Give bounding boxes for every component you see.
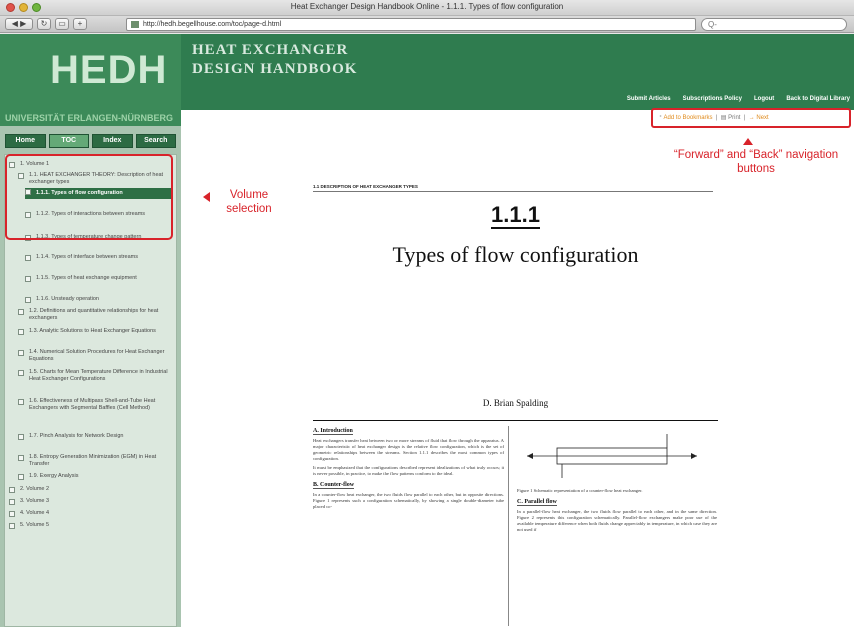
volume-selection-highlight	[5, 154, 173, 240]
browser-window: Heat Exchanger Design Handbook Online - …	[0, 0, 854, 627]
toc-item[interactable]: 1.6. Effectiveness of Multipass Shell-an…	[18, 398, 174, 412]
navigation-buttons-highlight	[651, 108, 851, 128]
expand-icon[interactable]	[18, 329, 24, 335]
toc-item[interactable]: 1.1.5. Types of heat exchange equipment	[25, 275, 171, 282]
counterflow-heading: B. Counter-flow	[313, 482, 355, 489]
intro-paragraph-1: Heat exchangers transfer heat between tw…	[313, 438, 504, 461]
reload-button[interactable]: ↻	[37, 18, 51, 30]
toc-item[interactable]: 1.3. Analytic Solutions to Heat Exchange…	[18, 328, 174, 335]
bookmarks-icon[interactable]: ▭	[55, 18, 69, 30]
section-header: 1.1 DESCRIPTION OF HEAT EXCHANGER TYPES	[313, 184, 713, 192]
site-title-line2: DESIGN HANDBOOK	[192, 61, 358, 77]
logo-area: HEDH	[0, 34, 181, 110]
section-title: Types of flow configuration	[392, 242, 639, 267]
expand-icon[interactable]	[18, 309, 24, 315]
page-icon	[25, 297, 31, 303]
header-nav: Submit Articles Subscriptions Policy Log…	[627, 96, 850, 102]
nav-subscriptions-policy[interactable]: Subscriptions Policy	[683, 96, 742, 102]
toc-item[interactable]: 1.1.6. Unsteady operation	[25, 296, 171, 303]
intro-heading: A. Introduction	[313, 428, 353, 435]
author: D. Brian Spalding	[482, 398, 549, 408]
counterflow-paragraph: In a counter-flow heat exchanger, the tw…	[313, 492, 504, 509]
browser-toolbar: ◀ ▶ ↻ ▭ + http://hedh.begellhouse.com/to…	[0, 16, 854, 33]
figure-caption: Figure 1 Schematic representation of a c…	[517, 488, 643, 493]
toc-item[interactable]: 1.7. Pinch Analysis for Network Design	[18, 433, 174, 440]
favicon-icon	[131, 21, 139, 28]
annotation-volume-selection: Volume selection	[226, 189, 272, 215]
title-bar: Heat Exchanger Design Handbook Online - …	[0, 0, 854, 16]
window-title: Heat Exchanger Design Handbook Online - …	[290, 2, 564, 11]
expand-icon[interactable]	[18, 350, 24, 356]
hedh-logo[interactable]: HEDH	[50, 48, 167, 93]
parallel-flow-heading: C. Parallel flow	[517, 499, 557, 506]
subscriber-name: UNIVERSITÄT ERLANGEN-NÜRNBERG	[5, 113, 174, 123]
expand-icon[interactable]	[9, 487, 15, 493]
search-field[interactable]: Q-	[701, 18, 847, 31]
expand-icon[interactable]	[18, 434, 24, 440]
annotation-arrow-up-icon	[743, 138, 753, 145]
content-area: ⁺ Add to Bookmarks | ▤ Print | → Next “F…	[181, 108, 854, 627]
toc-item[interactable]: 1.9. Exergy Analysis	[18, 473, 174, 480]
document-page: 1.1 DESCRIPTION OF HEAT EXCHANGER TYPES …	[313, 170, 718, 627]
toc-item[interactable]: 5. Volume 5	[9, 522, 169, 529]
toc-item[interactable]: 1.5. Charts for Mean Temperature Differe…	[18, 369, 174, 383]
sidebar-tabs: Home TOC Index Search	[5, 134, 176, 148]
expand-icon[interactable]	[9, 499, 15, 505]
site-header: HEDH HEAT EXCHANGER DESIGN HANDBOOK Subm…	[0, 34, 854, 110]
expand-icon[interactable]	[18, 399, 24, 405]
tab-index[interactable]: Index	[92, 134, 133, 148]
nav-back-to-digital-library[interactable]: Back to Digital Library	[786, 96, 850, 102]
sidebar: UNIVERSITÄT ERLANGEN-NÜRNBERG Home TOC I…	[0, 110, 181, 627]
expand-icon[interactable]	[18, 455, 24, 461]
counterflow-schematic-icon	[527, 434, 697, 478]
text-column-left: A. Introduction Heat exchangers transfer…	[313, 426, 509, 626]
nav-submit-articles[interactable]: Submit Articles	[627, 96, 671, 102]
annotation-arrow-left-icon	[203, 192, 210, 202]
expand-icon[interactable]	[18, 474, 24, 480]
back-forward-buttons[interactable]: ◀ ▶	[5, 18, 33, 30]
toc-item[interactable]: 1.1.4. Types of interface between stream…	[25, 254, 171, 261]
expand-icon[interactable]	[9, 511, 15, 517]
nav-logout[interactable]: Logout	[754, 96, 774, 102]
toc-item[interactable]: 2. Volume 2	[9, 486, 169, 493]
site-title-line1: HEAT EXCHANGER	[192, 42, 349, 58]
section-number-text: 1.1.1	[491, 202, 540, 229]
toc-item[interactable]: 1.2. Definitions and quantitative relati…	[18, 308, 174, 322]
divider	[313, 420, 718, 421]
counterflow-diagram	[517, 426, 713, 488]
add-bookmark-button[interactable]: +	[73, 18, 87, 30]
parallel-flow-paragraph: In a parallel-flow heat exchanger, the t…	[517, 509, 717, 532]
toc-item[interactable]: 1.4. Numerical Solution Procedures for H…	[18, 349, 174, 363]
toc-item[interactable]: 3. Volume 3	[9, 498, 169, 505]
text-column-right: Figure 1 Schematic representation of a c…	[517, 426, 717, 626]
tab-toc[interactable]: TOC	[48, 134, 89, 148]
expand-icon[interactable]	[18, 370, 24, 376]
toc-item[interactable]: 1.8. Entropy Generation Minimization (EG…	[18, 454, 174, 468]
intro-paragraph-2: It must be emphasized that the configura…	[313, 465, 504, 476]
section-number: 1.1.1	[313, 202, 718, 229]
tab-home[interactable]: Home	[5, 134, 46, 148]
toc-item[interactable]: 4. Volume 4	[9, 510, 169, 517]
page-icon	[25, 276, 31, 282]
expand-icon[interactable]	[9, 523, 15, 529]
tab-search[interactable]: Search	[135, 134, 176, 148]
page-icon	[25, 255, 31, 261]
subscriber-strip: UNIVERSITÄT ERLANGEN-NÜRNBERG	[0, 110, 181, 126]
address-bar[interactable]: http://hedh.begellhouse.com/toc/page-d.h…	[126, 18, 696, 31]
address-text: http://hedh.begellhouse.com/toc/page-d.h…	[143, 21, 282, 28]
